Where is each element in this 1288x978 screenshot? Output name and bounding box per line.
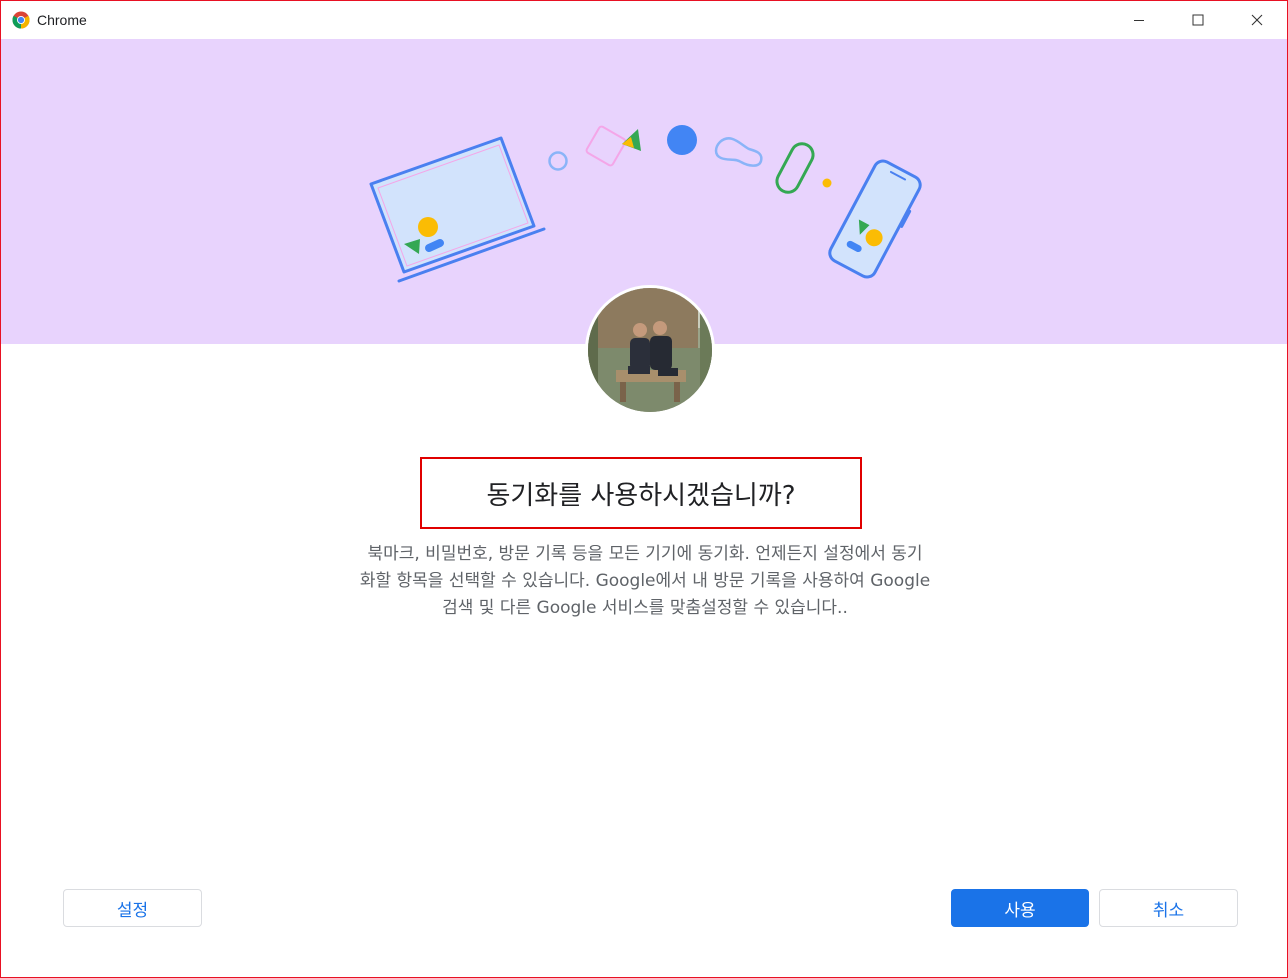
laptop-illustration-icon	[369, 136, 546, 283]
cancel-button[interactable]: 취소	[1099, 889, 1238, 927]
minimize-button[interactable]	[1110, 1, 1168, 39]
description-line: 검색 및 다른 Google 서비스를 맞춤설정할 수 있습니다..	[442, 598, 848, 618]
chrome-window: Chrome 동기화를 사용하시겠습니까? 북마크, 비밀번호, 방문 기록 등…	[0, 0, 1288, 978]
description-line: 북마크, 비밀번호, 방문 기록 등을 모든 기기에 동기화. 언제든지 설정에…	[367, 544, 923, 564]
use-sync-button[interactable]: 사용	[951, 889, 1089, 927]
headline-highlight: 동기화를 사용하시겠습니까?	[420, 457, 862, 529]
maximize-button[interactable]	[1169, 1, 1227, 39]
profile-photo	[588, 288, 712, 412]
close-button[interactable]	[1228, 1, 1286, 39]
window-title: Chrome	[37, 12, 87, 28]
minimize-icon	[1134, 20, 1144, 21]
phone-illustration-icon	[828, 159, 922, 279]
profile-avatar	[585, 285, 715, 415]
close-icon	[1251, 14, 1263, 26]
maximize-icon	[1192, 14, 1204, 26]
dialog-title: 동기화를 사용하시겠습니까?	[486, 480, 796, 511]
description-line: 화할 항목을 선택할 수 있습니다. Google에서 내 방문 기록을 사용하…	[359, 571, 931, 591]
settings-button[interactable]: 설정	[63, 889, 202, 927]
chrome-logo-icon	[12, 11, 30, 29]
dialog-description: 북마크, 비밀번호, 방문 기록 등을 모든 기기에 동기화. 언제든지 설정에…	[315, 541, 975, 622]
title-bar[interactable]: Chrome	[1, 1, 1287, 39]
